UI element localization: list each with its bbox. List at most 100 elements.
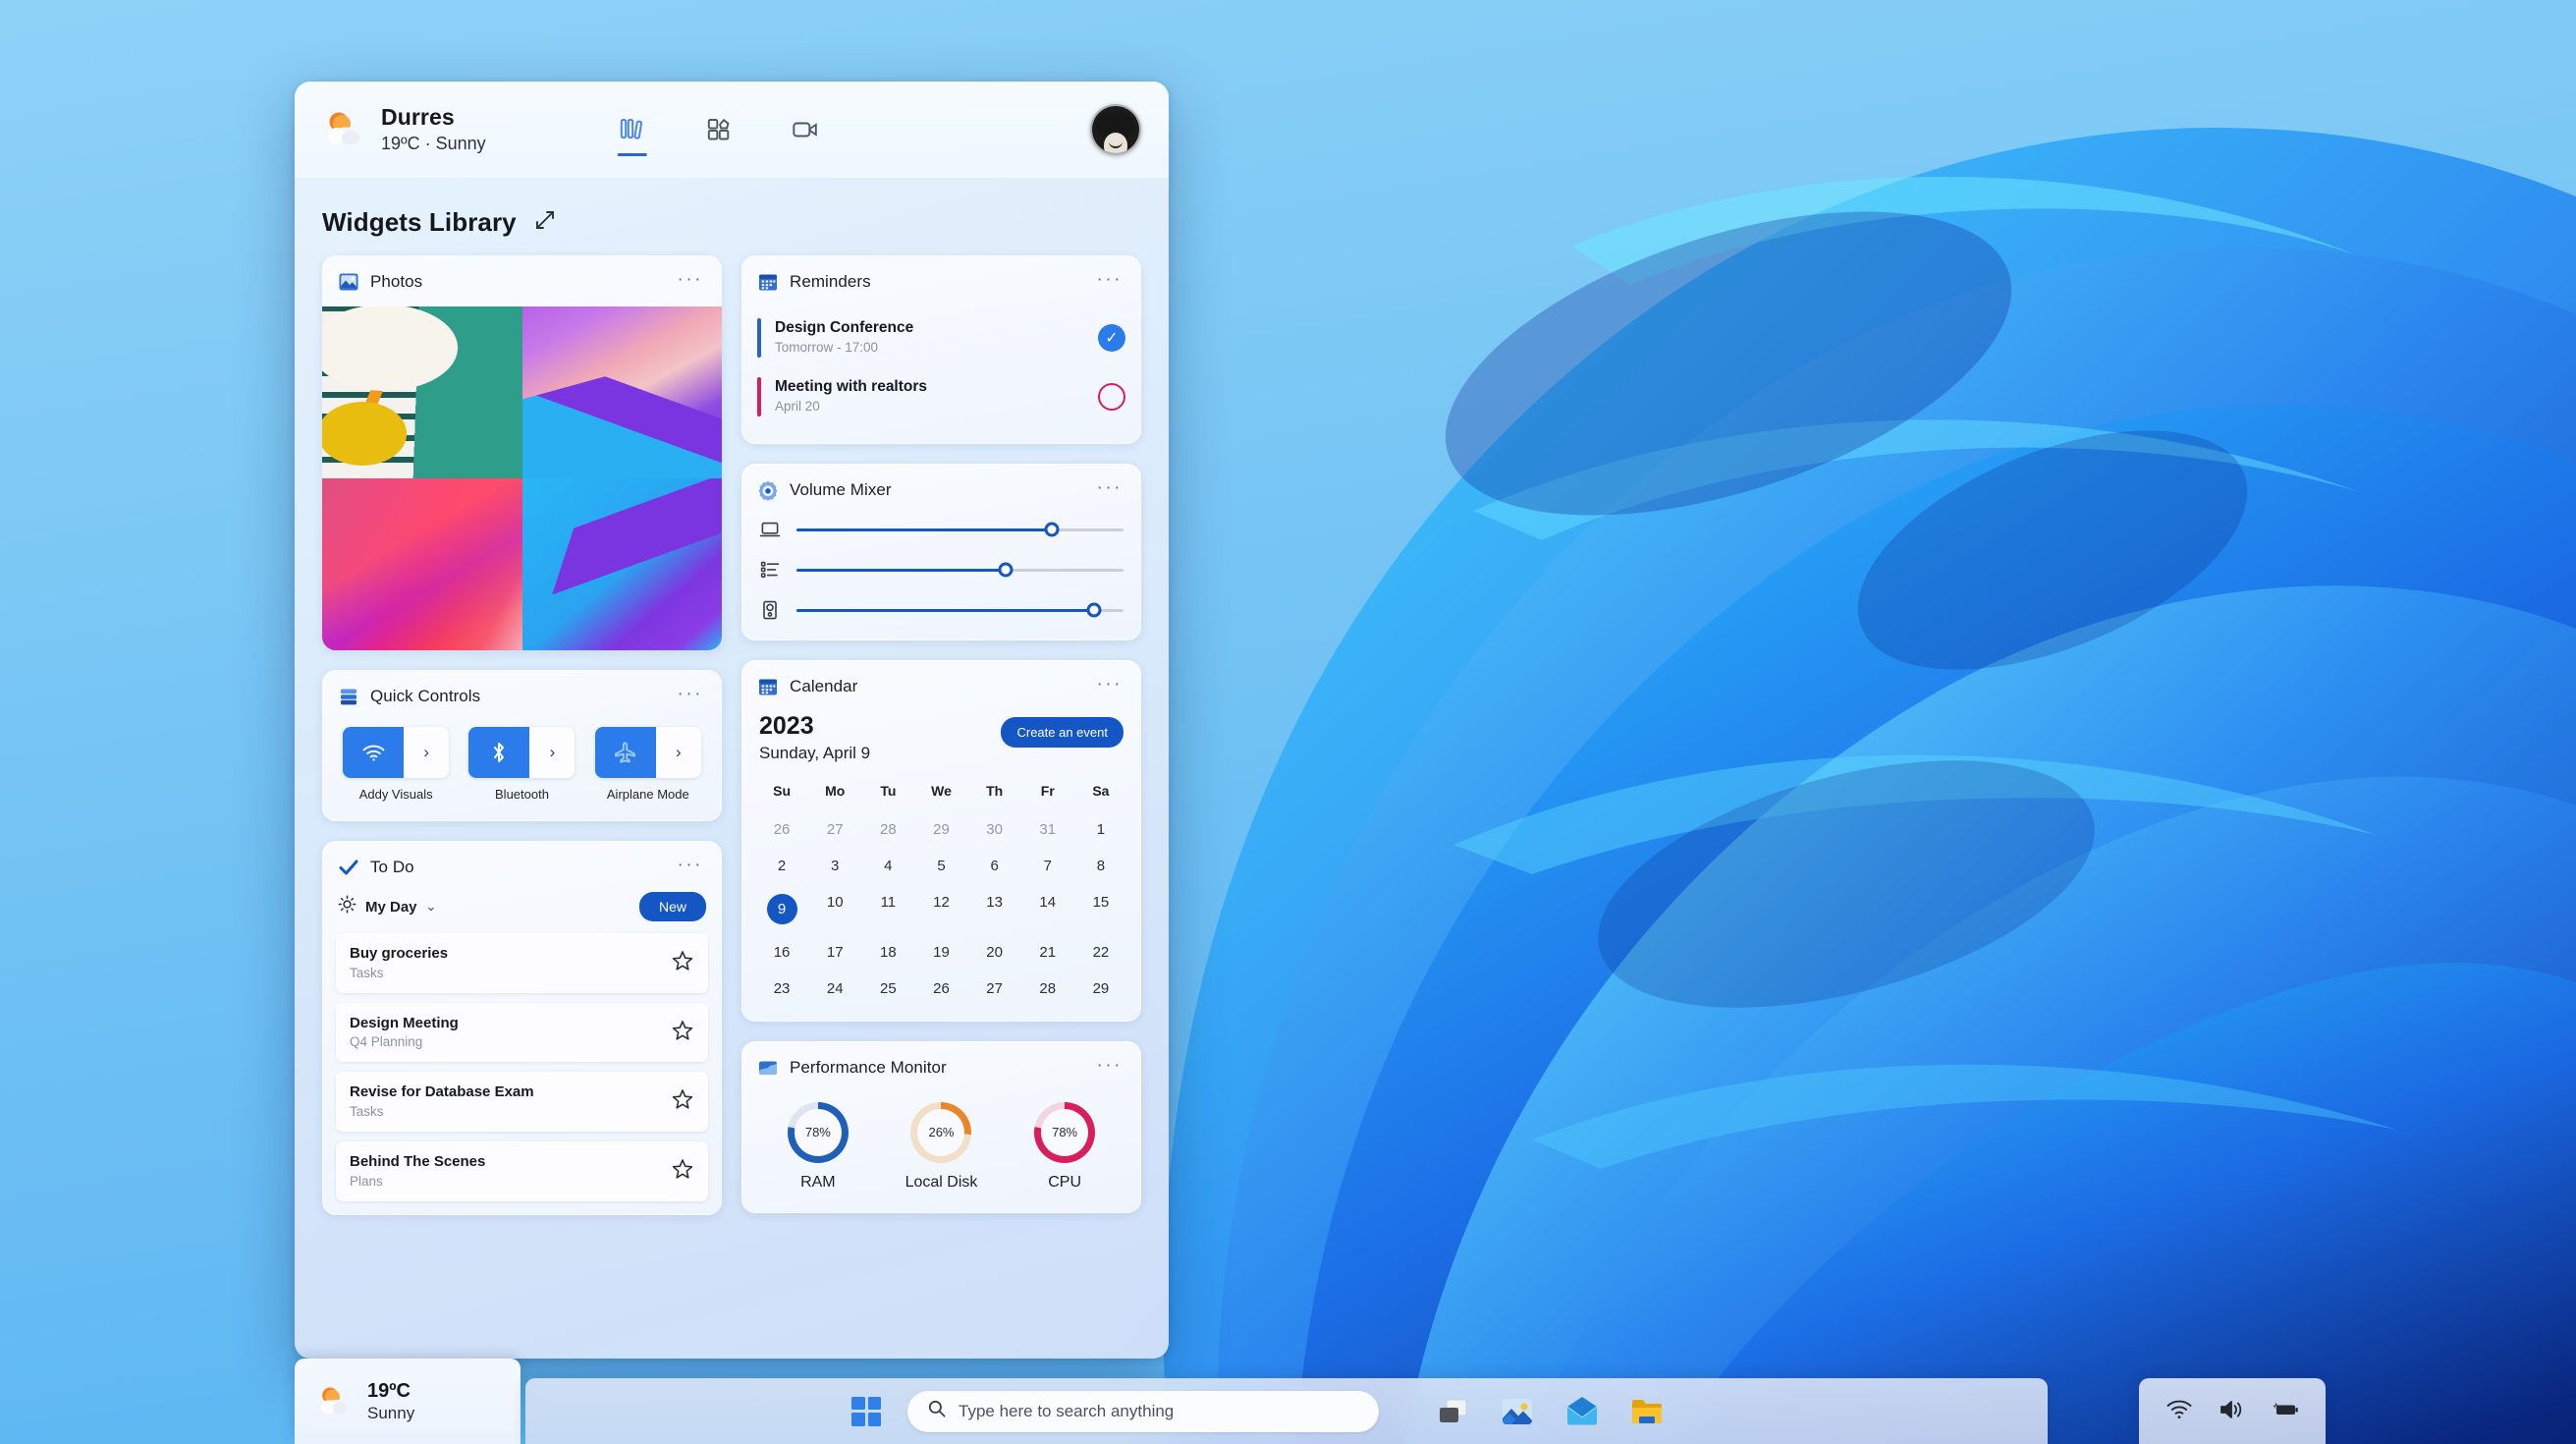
todo-item[interactable]: Behind The Scenes Plans [336,1141,708,1201]
widget-reminders[interactable]: Reminders ··· Design Conference Tomorrow… [741,255,1141,444]
battery-charging-icon[interactable] [2272,1398,2299,1425]
star-icon[interactable] [671,1019,694,1047]
bluetooth-chevron[interactable]: › [529,727,575,778]
gauge-cpu[interactable]: 78% CPU [1034,1101,1096,1192]
gauge-ram[interactable]: 78% RAM [787,1101,849,1192]
volume-thumb[interactable] [1086,602,1102,618]
nav-video-view[interactable] [784,108,827,151]
widget-performance-monitor[interactable]: Performance Monitor ··· 78% RAM 26% Loca… [741,1040,1141,1213]
wifi-chevron[interactable]: › [404,727,450,778]
airplane-chevron[interactable]: › [655,727,701,778]
calendar-more-button[interactable]: ··· [1094,673,1125,700]
calendar-day[interactable]: 19 [914,937,967,968]
speaker-icon[interactable] [2219,1398,2246,1425]
widget-photos[interactable]: Photos ··· [322,255,722,650]
volume-slider-speaker[interactable] [796,602,1124,618]
bluetooth-pill[interactable]: › [468,727,575,778]
volume-thumb[interactable] [998,562,1014,578]
gauge-local-disk[interactable]: 26% Local Disk [905,1101,977,1192]
calendar-day[interactable]: 31 [1021,814,1074,845]
wifi-toggle[interactable] [343,727,405,778]
calendar-day[interactable]: 25 [861,973,914,1004]
calendar-day[interactable]: 15 [1074,887,1127,931]
calendar-day[interactable]: 13 [968,887,1021,931]
nav-widgets-grid-view[interactable] [697,108,740,151]
calendar-day[interactable]: 12 [914,887,967,931]
reminder-item[interactable]: Design Conference Tomorrow - 17:00 ✓ [757,308,1125,367]
widget-quick-controls[interactable]: Quick Controls ··· › Addy Visuals › Blue… [322,670,722,821]
volume-thumb[interactable] [1044,522,1060,537]
todo-list-selector[interactable]: My Day ⌄ New [322,892,722,933]
photo-tile-3[interactable] [322,478,522,650]
calendar-day[interactable]: 18 [861,937,914,968]
calendar-day[interactable]: 26 [914,973,967,1004]
calendar-day[interactable]: 8 [1074,851,1127,881]
header-weather[interactable]: Durres 19ºC · Sunny [322,104,486,155]
calendar-day[interactable]: 29 [914,814,967,845]
todo-new-button[interactable]: New [638,892,706,921]
star-icon[interactable] [671,1087,694,1116]
quick-control-airplane[interactable]: › Airplane Mode [590,727,706,802]
todo-more-button[interactable]: ··· [675,854,706,881]
volume-slider-device[interactable] [796,522,1124,537]
user-avatar[interactable] [1090,104,1141,155]
performance-more-button[interactable]: ··· [1094,1054,1125,1082]
photo-tile-1[interactable] [322,306,522,478]
calendar-day[interactable]: 21 [1021,937,1074,968]
todo-item[interactable]: Revise for Database Exam Tasks [336,1072,708,1133]
calendar-day[interactable]: 17 [808,937,861,968]
photo-tile-2[interactable] [521,306,722,478]
quick-control-wifi[interactable]: › Addy Visuals [338,727,454,802]
calendar-day[interactable]: 6 [968,851,1021,881]
photos-app-icon[interactable] [1498,1392,1537,1431]
calendar-day[interactable]: 29 [1074,973,1127,1004]
airplane-pill[interactable]: › [594,727,701,778]
calendar-day[interactable]: 14 [1021,887,1074,931]
bluetooth-toggle[interactable] [468,727,530,778]
calendar-day[interactable]: 26 [755,814,808,845]
star-icon[interactable] [671,949,694,977]
calendar-day[interactable]: 5 [914,851,967,881]
photos-collage[interactable] [322,306,722,650]
star-icon[interactable] [671,1157,694,1186]
task-view-icon[interactable] [1433,1392,1472,1431]
calendar-day[interactable]: 23 [755,973,808,1004]
calendar-day[interactable]: 20 [968,937,1021,968]
reminder-check-done[interactable]: ✓ [1098,324,1125,352]
calendar-day[interactable]: 2 [755,851,808,881]
chevron-down-icon[interactable]: ⌄ [426,899,437,915]
calendar-day[interactable]: 4 [861,851,914,881]
calendar-day[interactable]: 24 [808,973,861,1004]
calendar-day[interactable]: 27 [808,814,861,845]
calendar-day[interactable]: 16 [755,937,808,968]
widget-volume-mixer[interactable]: Volume Mixer ··· [741,464,1141,640]
search-input[interactable]: Type here to search anything [907,1390,1379,1432]
airplane-toggle[interactable] [594,727,656,778]
reminder-check-open[interactable] [1098,383,1125,411]
volume-mixer-more-button[interactable]: ··· [1094,476,1125,504]
mail-app-icon[interactable] [1562,1392,1602,1431]
calendar-day-today[interactable]: 9 [755,887,808,931]
start-button[interactable] [845,1390,888,1433]
photos-more-button[interactable]: ··· [675,268,706,296]
widget-calendar[interactable]: Calendar ··· 2023 Sunday, April 9 Create… [741,660,1141,1022]
todo-item[interactable]: Design Meeting Q4 Planning [336,1002,708,1063]
folder-icon[interactable] [1627,1392,1667,1431]
taskbar-weather-widget[interactable]: 19ºC Sunny [295,1359,521,1444]
calendar-day[interactable]: 27 [968,973,1021,1004]
calendar-day[interactable]: 28 [1021,973,1074,1004]
calendar-day[interactable]: 3 [808,851,861,881]
photo-tile-4[interactable] [521,478,722,650]
widget-todo[interactable]: To Do ··· My Day ⌄ New Buy groceries Tas… [322,841,722,1215]
calendar-day[interactable]: 10 [808,887,861,931]
create-event-button[interactable]: Create an event [1001,717,1124,748]
calendar-day[interactable]: 22 [1074,937,1127,968]
quick-control-bluetooth[interactable]: › Bluetooth [464,727,579,802]
volume-slider-applist[interactable] [796,562,1124,578]
expand-diagonal-icon[interactable] [534,209,556,236]
nav-library-view[interactable] [611,108,654,151]
calendar-day[interactable]: 30 [968,814,1021,845]
calendar-day[interactable]: 11 [861,887,914,931]
quick-controls-more-button[interactable]: ··· [675,683,706,710]
todo-item[interactable]: Buy groceries Tasks [336,933,708,993]
